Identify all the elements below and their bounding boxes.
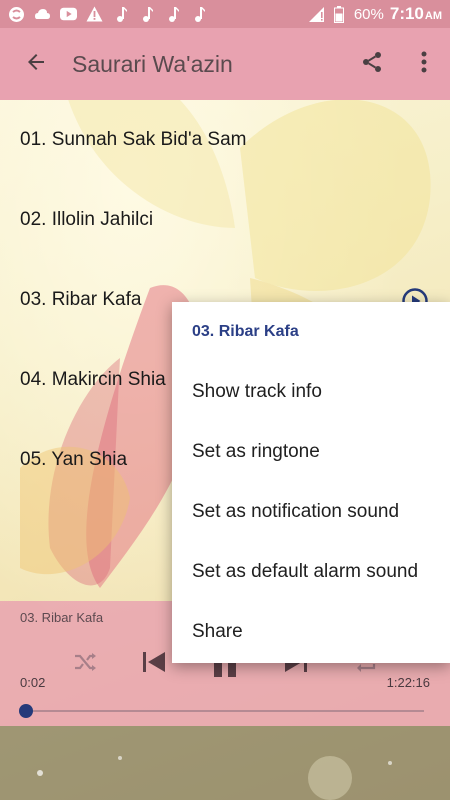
menu-item-show-track-info[interactable]: Show track info (172, 362, 450, 422)
track-title: 04. Makircin Shia (20, 369, 166, 390)
shuffle-button[interactable] (70, 649, 100, 679)
battery-percent: 60% (353, 5, 384, 23)
page-title: Saurari Wa'azin (72, 50, 233, 77)
music-note-icon (164, 6, 181, 23)
system-status: 60% 7:10AM (308, 4, 442, 24)
share-button[interactable] (346, 28, 398, 100)
track-title: 03. Ribar Kafa (20, 289, 142, 310)
now-playing-title: 03. Ribar Kafa (20, 610, 104, 625)
menu-item-set-notification-sound[interactable]: Set as notification sound (172, 482, 450, 542)
track-title: 01. Sunnah Sak Bid'a Sam (20, 129, 247, 150)
menu-item-share[interactable]: Share (172, 602, 450, 662)
notification-icons (8, 6, 207, 23)
warning-icon (86, 6, 103, 23)
seek-bar[interactable] (19, 704, 424, 718)
music-note-icon (138, 6, 155, 23)
cloud-app-icon (34, 6, 51, 23)
track-title: 02. Illolin Jahilci (20, 209, 154, 230)
arrow-back-icon (24, 50, 48, 79)
menu-item-set-alarm-sound[interactable]: Set as default alarm sound (172, 542, 450, 602)
youtube-icon (60, 6, 77, 23)
overflow-menu-button[interactable] (398, 28, 450, 100)
skip-previous-icon (141, 650, 167, 679)
status-bar: 60% 7:10AM (0, 0, 450, 28)
clock: 7:10AM (390, 4, 442, 24)
music-note-icon (190, 6, 207, 23)
list-item[interactable]: 01. Sunnah Sak Bid'a Sam (0, 100, 450, 180)
share-icon (360, 50, 384, 79)
menu-header: 03. Ribar Kafa (192, 323, 299, 340)
current-time: 0:02 (20, 675, 46, 690)
sync-app-icon (8, 6, 25, 23)
clock-ampm: AM (424, 10, 442, 22)
context-menu: 03. Ribar Kafa Show track info Set as ri… (172, 302, 450, 663)
track-title: 05. Yan Shia (20, 449, 128, 470)
clock-time: 7:10 (389, 4, 424, 23)
shuffle-icon (73, 651, 97, 678)
music-note-icon (112, 6, 129, 23)
total-time: 1:22:16 (386, 675, 430, 690)
list-item[interactable]: 02. Illolin Jahilci (0, 180, 450, 260)
app-bar: Saurari Wa'azin (0, 28, 450, 100)
seek-thumb[interactable] (19, 704, 33, 718)
menu-item-set-ringtone[interactable]: Set as ringtone (172, 422, 450, 482)
previous-button[interactable] (139, 649, 169, 679)
back-button[interactable] (0, 28, 72, 100)
signal-icon (308, 6, 325, 23)
battery-icon (331, 5, 348, 23)
more-vert-icon (421, 51, 427, 78)
